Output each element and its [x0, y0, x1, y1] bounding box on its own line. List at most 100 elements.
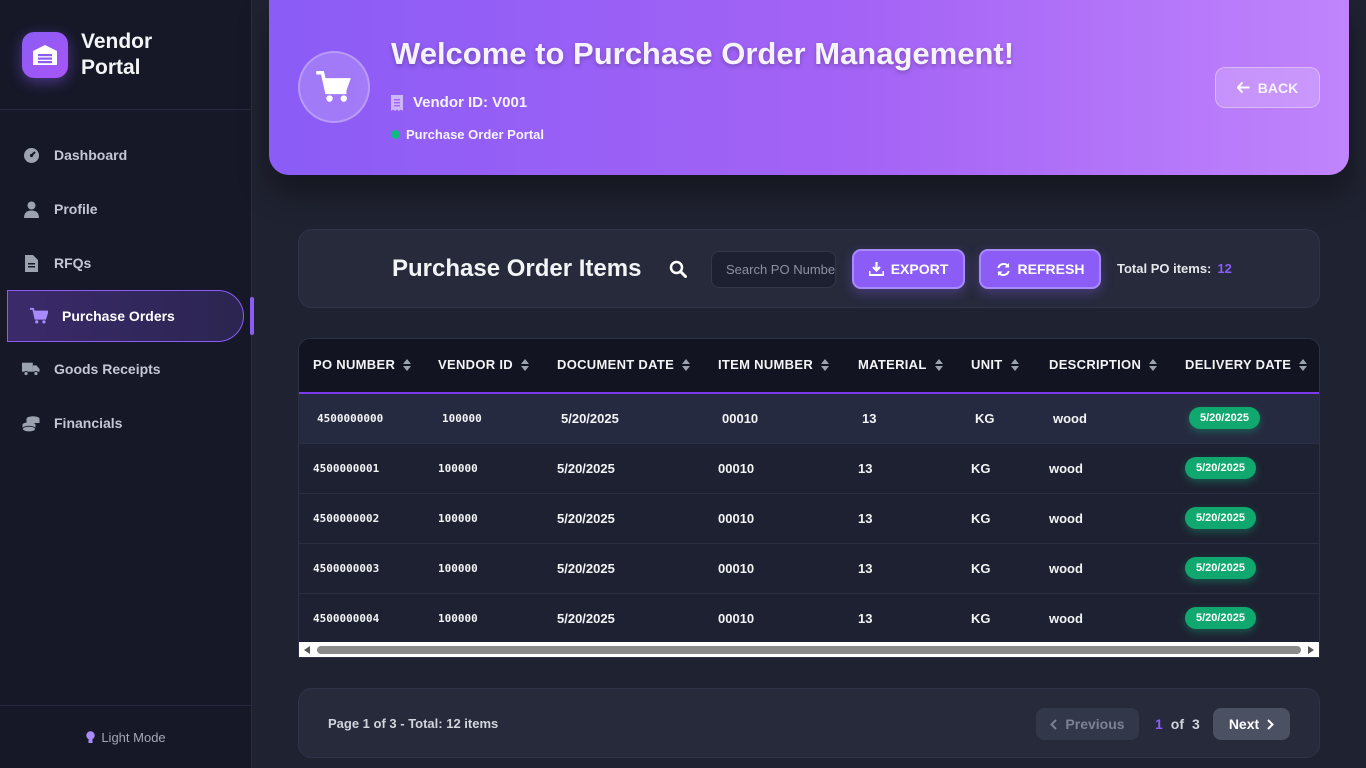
sidebar-item-goods-receipts[interactable]: Goods Receipts [0, 342, 252, 396]
sidebar-item-purchase-orders[interactable]: Purchase Orders [7, 290, 254, 342]
sort-icon[interactable] [682, 358, 691, 374]
pagination-info: Page 1 of 3 - Total: 12 items [328, 716, 499, 731]
cell-delivery-date: 5/20/2025 [1171, 443, 1319, 493]
po-table: PO NUMBER VENDOR ID DOCUMENT DATE ITEM NUMB… [298, 338, 1320, 658]
cell-material: 13 [862, 410, 877, 426]
theme-toggle[interactable]: Light Mode [0, 705, 252, 768]
arrow-left-icon [1236, 82, 1250, 93]
cell-description: wood [1049, 610, 1083, 626]
total-items-label: Total PO items: [1117, 261, 1212, 276]
previous-label: Previous [1065, 716, 1125, 732]
sidebar-item-label: Financials [54, 415, 123, 431]
column-header-material[interactable]: MATERIAL [844, 339, 957, 394]
cell-po-number: 4500000003 [313, 561, 380, 575]
po-toolbar: Purchase Order Items EXPORT REFRESH Tota… [298, 229, 1320, 308]
chevron-right-icon [1267, 718, 1275, 730]
table-row[interactable]: 4500000001 100000 5/20/2025 00010 13 KG wood 5/… [299, 443, 1319, 493]
column-header-label: DELIVERY DATE [1185, 357, 1292, 373]
total-pages: 3 [1192, 716, 1200, 732]
column-header-label: PO NUMBER [313, 357, 396, 373]
cell-unit: KG [971, 460, 991, 476]
brand: Vendor Portal [0, 0, 251, 110]
brand-line-1: Vendor [81, 29, 153, 53]
cell-description: wood [1049, 510, 1083, 526]
delivery-date-badge: 5/20/2025 [1185, 607, 1256, 629]
cell-item-number: 00010 [718, 510, 755, 526]
column-header-vendor-id[interactable]: VENDOR ID [424, 339, 543, 394]
sidebar-item-rfqs[interactable]: RFQs [0, 236, 252, 290]
cell-unit: KG [971, 610, 991, 626]
sort-icon[interactable] [934, 358, 943, 374]
column-header-label: MATERIAL [858, 357, 927, 373]
column-header-label: DESCRIPTION [1049, 357, 1142, 373]
sort-icon[interactable] [1149, 358, 1158, 374]
sidebar-item-financials[interactable]: Financials [0, 396, 252, 450]
refresh-button[interactable]: REFRESH [979, 249, 1101, 289]
cell-vendor-id: 100000 [438, 511, 478, 525]
column-header-delivery-date[interactable]: DELIVERY DATE [1171, 339, 1319, 394]
portal-subtitle: Purchase Order Portal [406, 127, 544, 142]
search-input[interactable] [711, 251, 836, 288]
cell-po-number: 4500000004 [313, 611, 380, 625]
sidebar-item-profile[interactable]: Profile [0, 182, 252, 236]
column-header-label: ITEM NUMBER [718, 357, 814, 373]
scroll-right-icon[interactable] [1303, 642, 1319, 657]
pagination: Page 1 of 3 - Total: 12 items Previous 1… [298, 688, 1320, 758]
table-row[interactable]: 4500000004 100000 5/20/2025 00010 13 KG wood 5/… [299, 593, 1319, 643]
horizontal-scrollbar[interactable] [299, 642, 1319, 657]
lightbulb-icon [86, 730, 96, 744]
column-header-document-date[interactable]: DOCUMENT DATE [543, 339, 704, 394]
next-label: Next [1228, 716, 1260, 732]
main-content: Welcome to Purchase Order Management! Ve… [253, 0, 1366, 768]
back-button[interactable]: BACK [1215, 67, 1320, 108]
table-row[interactable]: 4500000003 100000 5/20/2025 00010 13 KG wood 5/… [299, 543, 1319, 593]
previous-button[interactable]: Previous [1036, 708, 1139, 740]
section-title: Purchase Order Items [392, 255, 642, 282]
sort-icon[interactable] [520, 358, 529, 374]
back-label: BACK [1257, 79, 1299, 96]
next-button[interactable]: Next [1213, 708, 1290, 740]
column-header-label: UNIT [971, 357, 1003, 373]
refresh-label: REFRESH [1017, 261, 1085, 277]
scrollbar-thumb[interactable] [317, 645, 1301, 654]
search-icon[interactable] [669, 260, 687, 283]
cell-document-date: 5/20/2025 [561, 410, 619, 426]
cell-vendor-id: 100000 [438, 561, 478, 575]
table-row[interactable]: 4500000000 100000 5/20/2025 00010 13 KG wood 5/… [299, 393, 1319, 443]
sort-icon[interactable] [821, 358, 830, 374]
column-header-unit[interactable]: UNIT [957, 339, 1035, 394]
sidebar-item-dashboard[interactable]: Dashboard [0, 128, 252, 182]
cell-item-number: 00010 [718, 610, 755, 626]
cell-delivery-date: 5/20/2025 [1171, 593, 1319, 643]
table-row[interactable]: 4500000002 100000 5/20/2025 00010 13 KG wood 5/… [299, 493, 1319, 543]
sidebar-item-label: Purchase Orders [62, 308, 175, 324]
sidebar-item-label: Profile [54, 201, 98, 217]
scroll-left-icon[interactable] [299, 642, 315, 657]
sort-icon[interactable] [1010, 358, 1019, 374]
cell-delivery-date: 5/20/2025 [1171, 493, 1319, 543]
cell-material: 13 [858, 460, 873, 476]
cart-icon [30, 307, 48, 325]
column-header-item-number[interactable]: ITEM NUMBER [704, 339, 844, 394]
cell-item-number: 00010 [718, 560, 755, 576]
brand-name: Vendor Portal [81, 29, 181, 81]
cell-delivery-date: 5/20/2025 [1171, 543, 1319, 593]
column-header-label: DOCUMENT DATE [557, 357, 675, 373]
theme-toggle-label: Light Mode [101, 729, 166, 745]
column-header-description[interactable]: DESCRIPTION [1035, 339, 1171, 394]
export-button[interactable]: EXPORT [852, 249, 965, 289]
column-header-po-number[interactable]: PO NUMBER [299, 339, 424, 394]
refresh-icon [996, 262, 1010, 276]
total-items-count: 12 [1217, 261, 1232, 276]
delivery-date-badge: 5/20/2025 [1185, 507, 1256, 529]
column-header-label: VENDOR ID [438, 357, 513, 373]
truck-icon [22, 360, 40, 378]
sort-icon[interactable] [403, 358, 412, 374]
sort-icon[interactable] [1299, 358, 1308, 374]
cell-material: 13 [858, 510, 873, 526]
cell-item-number: 00010 [722, 410, 759, 426]
vendor-id-text: Vendor ID: V001 [413, 94, 528, 111]
sidebar: Vendor Portal Dashboard Profile RFQs Pur… [0, 0, 254, 768]
cell-po-number: 4500000001 [313, 461, 380, 475]
delivery-date-badge: 5/20/2025 [1189, 407, 1260, 430]
